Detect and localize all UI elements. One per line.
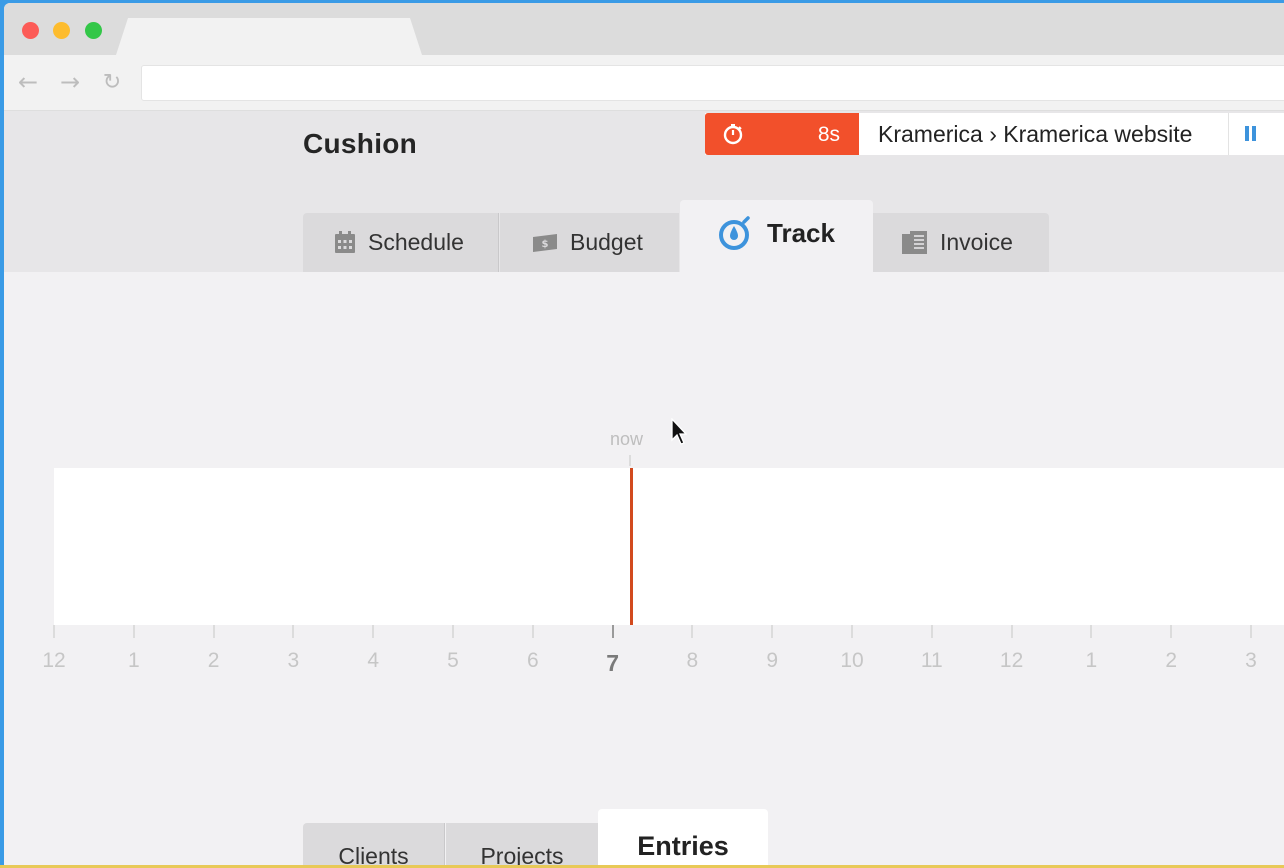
hour-tick [53, 625, 55, 638]
subtab-entries[interactable]: Entries [598, 809, 768, 865]
tab-label: Budget [570, 229, 643, 255]
running-timer: 8s Kramerica › Kramerica website [705, 113, 1284, 155]
hour-tick [212, 625, 215, 638]
hour-tick [531, 625, 534, 638]
browser-tab[interactable] [116, 18, 422, 55]
hour-tick [1010, 625, 1013, 638]
stopwatch-icon [717, 215, 753, 251]
app-logo[interactable]: Cushion [303, 128, 417, 160]
stopwatch-icon [723, 124, 743, 145]
mouse-cursor-icon [671, 418, 687, 445]
tab-invoice[interactable]: Invoice [873, 213, 1049, 272]
hour-label: 7 [606, 650, 619, 676]
timeline-track[interactable] [54, 468, 1284, 625]
hour-label: 9 [766, 649, 779, 672]
timer-elapsed-block[interactable]: 8s [705, 113, 859, 155]
calendar-icon [334, 231, 356, 254]
hour-label: 3 [1245, 649, 1257, 672]
pause-icon [1245, 126, 1249, 141]
hour-tick [851, 625, 853, 638]
pause-button[interactable] [1229, 113, 1273, 155]
subtab-projects[interactable]: Projects [446, 823, 598, 865]
tab-track[interactable]: Track [680, 200, 873, 272]
now-label: now [610, 429, 644, 449]
hour-label: 2 [207, 649, 220, 672]
zoom-window-button[interactable] [85, 22, 102, 39]
hour-label: 3 [287, 649, 300, 672]
money-icon: $ [532, 233, 558, 252]
hour-label: 12 [999, 649, 1024, 672]
hour-label: 2 [1165, 649, 1178, 672]
hour-tick [452, 625, 454, 638]
tab-label: Track [767, 217, 835, 248]
hour-tick [1250, 625, 1252, 638]
hour-tick [1170, 625, 1173, 638]
hour-tick [1090, 625, 1093, 638]
hour-tick [930, 625, 933, 638]
hour-tick [292, 625, 295, 638]
hour-label: 10 [840, 649, 864, 672]
hour-label: 4 [367, 649, 380, 672]
hour-label: 6 [526, 649, 539, 672]
now-indicator [630, 468, 633, 625]
subtab-clients[interactable]: Clients [303, 823, 445, 865]
tab-budget[interactable]: $ Budget [500, 213, 679, 272]
address-bar[interactable] [141, 65, 1284, 101]
hour-tick [771, 625, 774, 638]
title-bar [4, 3, 1284, 55]
invoice-icon [902, 230, 928, 255]
browser-toolbar: ← → ↻ [4, 55, 1284, 111]
tab-label: Invoice [940, 229, 1013, 255]
hour-label: 1 [1085, 649, 1098, 672]
hour-tick [691, 625, 694, 638]
tab-schedule[interactable]: Schedule [303, 213, 499, 272]
hour-label: 12 [42, 649, 66, 672]
now-tick [629, 455, 631, 466]
hour-label: 5 [447, 649, 459, 672]
reload-icon[interactable]: ↻ [99, 69, 125, 95]
hour-tick [372, 625, 375, 638]
timer-project[interactable]: Kramerica › Kramerica website [859, 113, 1228, 155]
timer-elapsed: 8s [817, 123, 840, 146]
app-header: Cushion 8s Kramerica › Kramerica website [4, 111, 1284, 272]
back-arrow-icon[interactable]: ← [15, 68, 41, 96]
hour-label: 1 [127, 649, 140, 672]
close-window-button[interactable] [22, 22, 39, 39]
hour-label: 11 [920, 649, 943, 672]
hour-tick [132, 625, 135, 638]
hour-axis: 12 1 2 3 4 5 6 7 8 9 10 11 12 1 2 3 [4, 625, 1284, 676]
tab-label: Schedule [368, 229, 464, 255]
browser-window: ← → ↻ Cushion 8s Kramerica › Kramerica w… [4, 3, 1284, 865]
forward-arrow-icon[interactable]: → [57, 68, 83, 96]
hour-tick [611, 625, 614, 638]
minimize-window-button[interactable] [53, 22, 70, 39]
hour-label: 8 [686, 649, 699, 672]
svg-text:$: $ [542, 239, 549, 250]
